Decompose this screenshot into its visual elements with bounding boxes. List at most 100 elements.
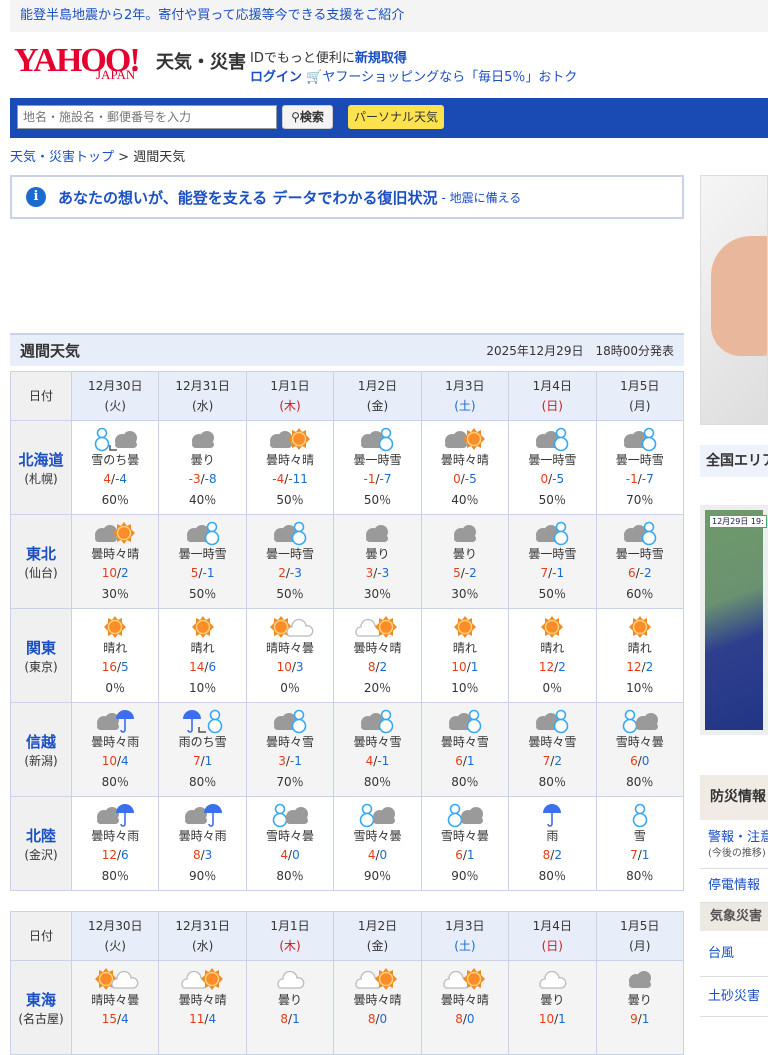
region-city: (名古屋) <box>18 1011 64 1026</box>
forecast-cell[interactable]: 曇時々晴 8/0 <box>420 960 510 1055</box>
forecast-cell[interactable]: 雨 8/2 80％ <box>508 796 597 891</box>
weather-icon-cloud-snow-icon <box>334 427 420 452</box>
forecast-cell[interactable]: 晴れ 14/6 10％ <box>158 608 247 703</box>
forecast-cell[interactable]: 雪のち曇 4/-4 60％ <box>70 420 160 515</box>
forecast-cell[interactable]: 晴時々曇 10/3 0％ <box>245 608 335 703</box>
forecast-cell[interactable]: 曇時々雪 4/-1 80％ <box>333 702 422 797</box>
announcement-link[interactable]: 能登半島地震から2年。寄付や買って応援等今できる支援をご紹介 <box>10 0 768 32</box>
forecast-cell[interactable]: 曇時々雨 10/4 80％ <box>70 702 160 797</box>
search-input[interactable] <box>17 105 277 129</box>
forecast-cell[interactable]: 曇一時雪 5/-1 50％ <box>158 514 247 609</box>
search-button[interactable]: ⚲検索 <box>282 105 333 129</box>
region-link[interactable]: 関東 <box>11 637 71 658</box>
forecast-cell[interactable]: 雪時々曇 4/0 90％ <box>333 796 422 891</box>
yahoo-japan-logo[interactable]: YAHOO! JAPAN <box>14 44 154 84</box>
temperature: -1/-7 <box>625 472 654 486</box>
day-header: 12月30日 (火) <box>70 371 160 421</box>
weather-text: 曇一時雪 <box>528 547 577 561</box>
forecast-cell[interactable]: 曇り 8/1 <box>245 960 335 1055</box>
forecast-cell[interactable]: 曇時々晴 0/-5 40％ <box>420 420 510 515</box>
personal-weather-button[interactable]: パーソナル天気 <box>348 105 444 129</box>
temp-high: 14 <box>189 660 205 674</box>
forecast-cell[interactable]: 雪時々曇 6/0 80％ <box>595 702 685 797</box>
satellite-map[interactable]: 12月29日 19: <box>700 505 768 735</box>
shopping-link[interactable]: ヤフーショッピングなら「毎日5％」おトク <box>322 70 577 85</box>
forecast-cell[interactable]: 曇時々晴 10/2 30％ <box>70 514 160 609</box>
forecast-cell[interactable]: 曇時々雨 12/6 80％ <box>70 796 160 891</box>
forecast-cell[interactable]: 曇時々晴 8/0 <box>333 960 422 1055</box>
region-link[interactable]: 北海道 <box>11 449 71 470</box>
temp-high: 10 <box>451 660 467 674</box>
forecast-cell[interactable]: 雪 7/1 80％ <box>595 796 685 891</box>
disaster-info-panel: 防災情報 警報・注意報 (今後の推移) 停電情報 気象災害 台風 土砂災害 <box>700 775 768 1017</box>
notice-main[interactable]: あなたの想いが、能登を支える データでわかる復旧状況 <box>58 187 437 208</box>
forecast-cell[interactable]: 曇時々雪 6/1 80％ <box>420 702 510 797</box>
forecast-cell[interactable]: 雪時々曇 6/1 90％ <box>420 796 510 891</box>
region-link[interactable]: 北陸 <box>11 825 71 846</box>
precip-chance: 50％ <box>188 587 217 601</box>
weather-icon-cloud-snow-icon <box>159 521 245 546</box>
temperature: 15/4 <box>101 1012 129 1026</box>
region-link[interactable]: 東北 <box>11 543 71 564</box>
forecast-cell[interactable]: 曇一時雪 -1/-7 50％ <box>333 420 422 515</box>
temp-low: 1 <box>466 754 475 768</box>
notice-sub[interactable]: - 地震に備える <box>441 189 521 206</box>
forecast-cell[interactable]: 曇り 5/-2 30％ <box>420 514 510 609</box>
forecast-cell[interactable]: 晴れ 16/5 0％ <box>70 608 160 703</box>
day-weekday: (火) <box>104 939 126 953</box>
forecast-cell[interactable]: 曇時々雪 3/-1 70％ <box>245 702 335 797</box>
forecast-cell[interactable]: 曇時々晴 8/2 20％ <box>333 608 422 703</box>
signup-link[interactable]: 新規取得 <box>355 51 407 66</box>
forecast-cell[interactable]: 曇り -3/-8 40％ <box>158 420 247 515</box>
forecast-cell[interactable]: 晴時々曇 15/4 <box>70 960 160 1055</box>
temp-low: 0 <box>292 848 300 862</box>
weather-text: 曇一時雪 <box>178 547 227 561</box>
temp-high: 3 <box>365 566 374 580</box>
weather-icon-snow-later-cloud-icon <box>72 427 158 452</box>
forecast-cell[interactable]: 曇一時雪 7/-1 50％ <box>508 514 597 609</box>
forecast-cell[interactable]: 晴れ 12/2 0％ <box>508 608 597 703</box>
breadcrumb-home[interactable]: 天気・災害トップ <box>10 150 114 165</box>
region-city: (仙台) <box>24 565 58 580</box>
login-link[interactable]: ログイン <box>250 70 302 85</box>
forecast-cell[interactable]: 曇一時雪 -1/-7 70％ <box>595 420 685 515</box>
notice-banner[interactable]: i あなたの想いが、能登を支える データでわかる復旧状況 - 地震に備える <box>10 175 684 219</box>
forecast-cell[interactable]: 晴れ 10/1 10％ <box>420 608 510 703</box>
forecast-cell[interactable]: 曇り 9/1 <box>595 960 685 1055</box>
outage-link[interactable]: 停電情報 <box>708 878 760 893</box>
forecast-cell[interactable]: 晴れ 12/2 10％ <box>595 608 685 703</box>
temp-high: 4 <box>367 848 376 862</box>
precip-chance: 50％ <box>538 493 566 507</box>
forecast-cell[interactable]: 曇時々晴 -4/-11 50％ <box>245 420 335 515</box>
forecast-cell[interactable]: 曇時々晴 11/4 <box>158 960 247 1055</box>
temperature: 12/2 <box>538 660 566 674</box>
forecast-cell[interactable]: 曇時々雪 7/2 80％ <box>508 702 597 797</box>
ad-image[interactable] <box>700 175 768 425</box>
forecast-cell[interactable]: 曇一時雪 6/-2 60％ <box>595 514 685 609</box>
weather-icon-rain-later-snow-icon <box>159 709 245 734</box>
warnings-link[interactable]: 警報・注意報 <box>708 830 768 845</box>
day-weekday: (日) <box>541 939 563 953</box>
forecast-cell[interactable]: 曇一時雪 0/-5 50％ <box>508 420 597 515</box>
temperature: 7/1 <box>630 848 650 862</box>
forecast-cell[interactable]: 雪時々曇 4/0 80％ <box>245 796 335 891</box>
day-weekday: (月) <box>629 939 651 953</box>
landslide-link[interactable]: 土砂災害 <box>708 989 760 1004</box>
forecast-cell[interactable]: 曇時々雨 8/3 90％ <box>158 796 247 891</box>
temperature: 12/2 <box>626 660 654 674</box>
service-name[interactable]: 天気・災害 <box>156 48 246 74</box>
forecast-cell[interactable]: 雨のち雪 7/1 80％ <box>158 702 247 797</box>
weather-text: 晴れ <box>103 641 128 655</box>
forecast-cell[interactable]: 曇一時雪 2/-3 50％ <box>245 514 335 609</box>
temp-high: 12 <box>538 660 555 674</box>
forecast-cell[interactable]: 曇り 3/-3 30％ <box>333 514 422 609</box>
region-link[interactable]: 信越 <box>11 731 71 752</box>
weather-icon-sun-icon <box>422 615 508 639</box>
region-link[interactable]: 東海 <box>11 989 71 1010</box>
region-row: 東海 (名古屋) 晴時々曇 15/4 曇時々晴 11/4 曇り 8/1 曇時々晴 8/0 曇時々晴 8… <box>10 960 685 1055</box>
day-date: 1月2日 <box>357 379 398 393</box>
precip-chance: 80％ <box>188 775 217 789</box>
forecast-cell[interactable]: 曇り 10/1 <box>508 960 597 1055</box>
typhoon-link[interactable]: 台風 <box>708 946 734 961</box>
temp-high: 7 <box>630 848 638 862</box>
